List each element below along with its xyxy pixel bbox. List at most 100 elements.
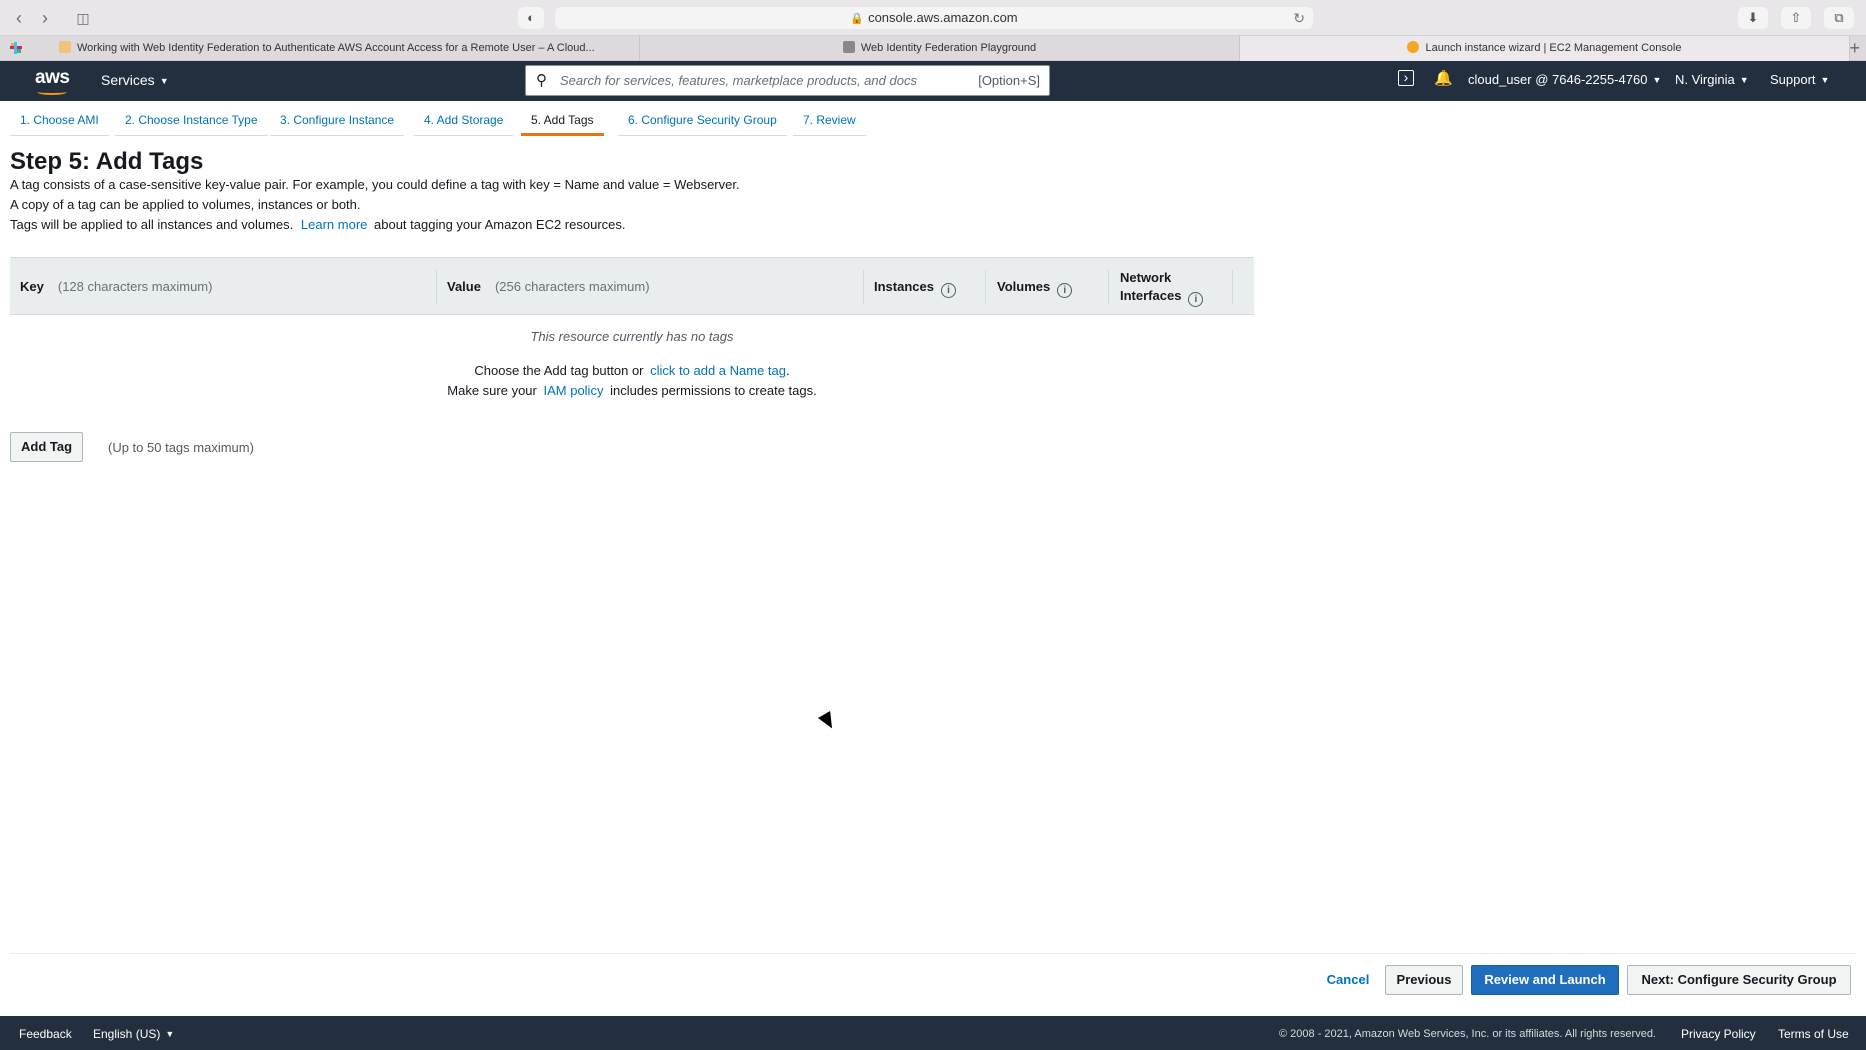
search-input[interactable]: ⚲ Search for services, features, marketp… <box>525 65 1050 96</box>
info-icon[interactable]: i <box>1188 292 1204 307</box>
support-menu[interactable]: Support ▼ <box>1770 72 1829 87</box>
cloud-favicon-icon <box>59 41 71 53</box>
search-placeholder: Search for services, features, marketpla… <box>560 73 917 88</box>
slack-icon[interactable] <box>9 41 23 55</box>
volumes-label: Volumes <box>997 279 1051 294</box>
desc-text: about tagging your Amazon EC2 resources. <box>374 217 626 232</box>
privacy-shield-icon[interactable]: ◐ <box>518 7 544 29</box>
browser-tabs: Working with Web Identity Federation to … <box>0 36 1866 61</box>
add-name-tag-link[interactable]: click to add a Name tag <box>650 363 786 378</box>
empty-text: includes permissions to create tags. <box>610 383 817 398</box>
volumes-column-header: Volumes i <box>997 279 1073 298</box>
column-divider <box>1108 270 1109 304</box>
step-add-storage[interactable]: 4. Add Storage <box>414 108 514 136</box>
smile-icon <box>37 89 67 95</box>
tab-title: Launch instance wizard | EC2 Management … <box>1425 42 1682 54</box>
add-tag-button[interactable]: Add Tag <box>10 432 83 462</box>
empty-state-line-2: Make sure your IAM policy includes permi… <box>10 383 1254 398</box>
terms-of-use-link[interactable]: Terms of Use <box>1778 1027 1849 1041</box>
account-label: cloud_user @ 7646-2255-4760 <box>1468 72 1648 87</box>
tags-table-header: Key (128 characters maximum) Value (256 ch… <box>10 257 1254 315</box>
step-configure-instance[interactable]: 3. Configure Instance <box>270 108 405 136</box>
browser-tab-ec2[interactable]: Launch instance wizard | EC2 Management … <box>1240 36 1850 61</box>
forward-icon[interactable]: › <box>34 8 56 28</box>
tab-title: Web Identity Federation Playground <box>860 42 1037 54</box>
previous-button[interactable]: Previous <box>1385 965 1463 995</box>
empty-text: Make sure your <box>447 383 537 398</box>
step-configure-security-group[interactable]: 6. Configure Security Group <box>618 108 787 136</box>
page-title: Step 5: Add Tags <box>10 148 204 175</box>
tab-title: Working with Web Identity Federation to … <box>77 42 595 54</box>
language-selector[interactable]: English (US) ▼ <box>93 1027 174 1041</box>
mouse-cursor-icon <box>818 711 839 732</box>
services-menu[interactable]: Services ▼ <box>101 72 169 88</box>
cloudshell-icon[interactable]: › <box>1398 70 1414 86</box>
address-bar[interactable]: 🔒 console.aws.amazon.com ↻ <box>555 7 1313 29</box>
support-label: Support <box>1770 72 1816 87</box>
copyright-text: © 2008 - 2021, Amazon Web Services, Inc.… <box>1279 1028 1656 1040</box>
feedback-link[interactable]: Feedback <box>19 1027 72 1041</box>
step-review[interactable]: 7. Review <box>793 108 866 136</box>
account-menu[interactable]: cloud_user @ 7646-2255-4760 ▼ <box>1468 72 1661 87</box>
learn-more-link[interactable]: Learn more <box>301 217 367 232</box>
key-label: Key <box>20 279 44 294</box>
caret-down-icon: ▼ <box>1820 75 1830 85</box>
browser-tab-playground[interactable]: Web Identity Federation Playground <box>640 36 1240 61</box>
empty-state-title: This resource currently has no tags <box>530 329 734 344</box>
caret-down-icon: ▼ <box>165 1029 175 1039</box>
ec2-favicon-icon <box>1407 41 1420 53</box>
tab-overview-icon[interactable]: ⧉ <box>1824 7 1854 29</box>
aws-logo[interactable]: aws <box>35 67 70 95</box>
network-interfaces-column-header: Network Interfaces i <box>1120 269 1204 307</box>
column-divider <box>1232 270 1233 304</box>
value-column-header: Value (256 characters maximum) <box>447 279 650 294</box>
column-divider <box>436 270 437 304</box>
aws-top-nav: aws Services ▼ ⚲ Search for services, fea… <box>0 61 1866 101</box>
description-line-3: Tags will be applied to all instances an… <box>10 217 626 232</box>
step-choose-ami[interactable]: 1. Choose AMI <box>10 108 109 136</box>
region-menu[interactable]: N. Virginia ▼ <box>1675 72 1749 87</box>
url-text: console.aws.amazon.com <box>868 10 1018 25</box>
value-hint: (256 characters maximum) <box>494 279 650 294</box>
language-label: English (US) <box>93 1027 161 1041</box>
playground-favicon-icon <box>842 41 855 53</box>
instances-label: Instances <box>874 279 934 294</box>
add-tag-hint: (Up to 50 tags maximum) <box>108 440 254 455</box>
empty-text: . <box>786 363 790 378</box>
step-choose-instance-type[interactable]: 2. Choose Instance Type <box>115 108 268 136</box>
iam-policy-link[interactable]: IAM policy <box>543 383 603 398</box>
browser-toolbar: ‹ › ◫ ◐ 🔒 console.aws.amazon.com ↻ ⬇ ⇧ ⧉ <box>0 0 1866 36</box>
notification-bell-icon[interactable]: 🔔 <box>1434 69 1453 87</box>
console-footer: Feedback English (US) ▼ © 2008 - 2021, Am… <box>0 1016 1866 1050</box>
key-hint: (128 characters maximum) <box>57 279 213 294</box>
value-label: Value <box>447 279 481 294</box>
info-icon[interactable]: i <box>940 283 956 298</box>
empty-text: Choose the Add tag button or <box>474 363 644 378</box>
sidebar-toggle-icon[interactable]: ◫ <box>72 8 94 28</box>
review-and-launch-button[interactable]: Review and Launch <box>1471 965 1619 995</box>
network-label: Network <box>1120 270 1172 285</box>
logo-text: aws <box>35 67 70 88</box>
footer-divider <box>10 953 1856 954</box>
download-icon[interactable]: ⬇ <box>1738 7 1768 29</box>
caret-down-icon: ▼ <box>1652 75 1662 85</box>
caret-down-icon: ▼ <box>1739 75 1749 85</box>
reload-icon[interactable]: ↻ <box>1293 7 1305 29</box>
description-line-2: A copy of a tag can be applied to volume… <box>10 197 361 212</box>
new-tab-icon[interactable]: + <box>1849 36 1860 61</box>
step-add-tags[interactable]: 5. Add Tags <box>521 108 604 136</box>
back-icon[interactable]: ‹ <box>8 8 30 28</box>
cancel-button[interactable]: Cancel <box>1318 965 1378 995</box>
info-icon[interactable]: i <box>1057 283 1073 298</box>
next-configure-security-group-button[interactable]: Next: Configure Security Group <box>1627 965 1851 995</box>
services-label: Services <box>101 72 155 88</box>
desc-text: Tags will be applied to all instances an… <box>10 217 294 232</box>
key-column-header: Key (128 characters maximum) <box>20 279 212 294</box>
empty-state-line-1: Choose the Add tag button or click to ad… <box>10 363 1254 378</box>
search-shortcut: [Option+S] <box>978 73 1040 88</box>
share-icon[interactable]: ⇧ <box>1781 7 1811 29</box>
browser-tab-acloud[interactable]: Working with Web Identity Federation to … <box>45 36 640 61</box>
privacy-policy-link[interactable]: Privacy Policy <box>1681 1027 1756 1041</box>
description-line-1: A tag consists of a case-sensitive key-v… <box>10 177 740 192</box>
lock-icon: 🔒 <box>850 13 865 25</box>
